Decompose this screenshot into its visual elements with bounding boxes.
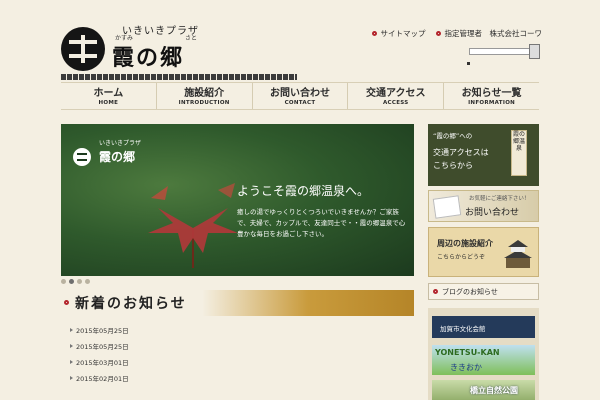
nav-contact[interactable]: お問い合わせ CONTACT <box>253 83 349 109</box>
nav-introduction[interactable]: 施設紹介 INTRODUCTION <box>157 83 253 109</box>
news-list: 2015年05月25日 2015年05月25日 2015年03月01日 2015… <box>70 325 410 387</box>
bullet-icon <box>433 289 438 294</box>
slide-dot-active[interactable] <box>69 279 74 284</box>
facilities-banner[interactable]: 周辺の施設紹介 こちらからどうぞ <box>428 227 539 277</box>
culture-hall-link[interactable]: 加賀市文化会館 <box>432 316 535 338</box>
slide-dot[interactable] <box>85 279 90 284</box>
news-date: 2015年05月25日 <box>70 325 410 335</box>
castle-icon <box>504 240 532 268</box>
slide-dot[interactable] <box>61 279 66 284</box>
hero-emblem-icon <box>73 148 91 166</box>
logo-title: 霞の郷 <box>112 45 185 71</box>
nav-access[interactable]: 交通アクセス ACCESS <box>348 83 445 109</box>
bullet-icon <box>371 31 377 36</box>
news-item: 2015年05月25日 <box>70 341 410 353</box>
slider-marker <box>467 62 470 65</box>
slide-dot[interactable] <box>77 279 82 284</box>
maple-leaf-image <box>148 183 238 268</box>
onsen-sign-icon: 霞の郷温泉 <box>511 130 527 176</box>
news-item: 2015年02月01日 <box>70 373 410 383</box>
news-heading: 新着のお知らせ <box>75 296 187 312</box>
nav-home[interactable]: ホーム HOME <box>61 83 157 109</box>
news-date: 2015年02月01日 <box>70 373 410 383</box>
park-link[interactable]: 橋立自然公園 <box>432 380 535 400</box>
access-banner[interactable]: “霞の郷”への 交通アクセスは こちらから 霞の郷温泉 <box>428 124 539 186</box>
nav-information[interactable]: お知らせ一覧 INFORMATION <box>444 83 539 109</box>
tagline-text <box>61 74 297 80</box>
bullet-icon <box>64 300 69 305</box>
global-nav: ホーム HOME 施設紹介 INTRODUCTION お問い合わせ CONTAC… <box>61 82 539 110</box>
news-date: 2015年05月25日 <box>70 341 410 351</box>
news-header: 新着のお知らせ <box>61 290 414 316</box>
news-item: 2015年03月01日 <box>70 357 410 369</box>
side-link-list: 加賀市文化会館 YONETSU-KAN ききおか 橋立自然公園 <box>428 308 539 400</box>
envelope-icon <box>432 195 462 219</box>
slide-indicators <box>61 279 90 284</box>
logo-emblem-icon <box>61 27 105 71</box>
blog-link[interactable]: ブログのお知らせ <box>428 283 539 300</box>
news-date: 2015年03月01日 <box>70 357 410 367</box>
hero-slideshow[interactable]: いきいきプラザ 霞の郷 ようこそ霞の郷温泉へ。 癒しの湯でゆっくりとくつろいでい… <box>61 124 414 276</box>
contact-banner[interactable]: お気軽にご連絡下さい！ お問い合わせ <box>428 190 539 222</box>
hero-welcome: ようこそ霞の郷温泉へ。 <box>237 184 370 198</box>
sitemap-link[interactable]: サイトマップ <box>371 28 426 39</box>
hero-copy: 癒しの湯でゆっくりとくつろいでいきませんか？ご家族で、夫婦で、カップルで、友達同… <box>237 208 406 238</box>
top-links: サイトマップ 指定管理者 株式会社コーワ <box>371 28 542 39</box>
news-item: 2015年05月25日 <box>70 325 410 337</box>
manager-link[interactable]: 指定管理者 株式会社コーワ <box>435 28 542 39</box>
bullet-icon <box>435 31 441 36</box>
slider-handle[interactable] <box>529 44 540 59</box>
yonetsu-kan-link[interactable]: YONETSU-KAN ききおか <box>432 345 535 375</box>
